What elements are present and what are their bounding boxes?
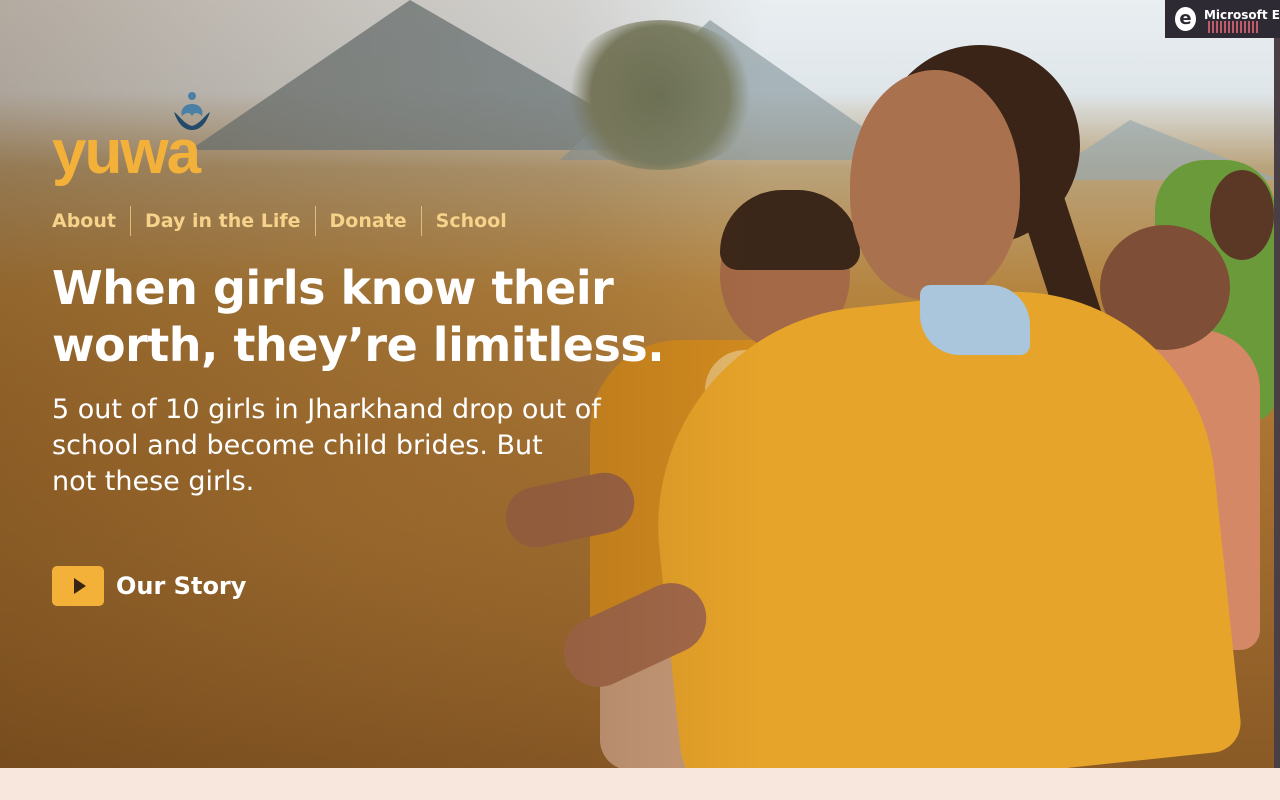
our-story-button[interactable]: Our Story <box>52 566 246 606</box>
page-footer-band <box>0 768 1280 800</box>
hero-subhead: 5 out of 10 girls in Jharkhand drop out … <box>52 392 652 500</box>
our-story-label[interactable]: Our Story <box>116 572 246 600</box>
play-icon[interactable] <box>52 566 104 606</box>
main-nav: About Day in the Life Donate School <box>52 206 521 236</box>
badge-bars <box>1208 21 1260 33</box>
hero-subhead-line: 5 out of 10 girls in Jharkhand drop out … <box>52 394 601 425</box>
nav-item-school[interactable]: School <box>420 206 521 236</box>
nav-item-donate[interactable]: Donate <box>314 206 421 236</box>
yuwa-logo[interactable]: yuwa <box>52 90 292 190</box>
nav-item-about[interactable]: About <box>52 206 130 236</box>
window-edge <box>1274 38 1280 768</box>
hero-banner: yuwa About Day in the Life Donate School… <box>0 0 1274 768</box>
logo-wordmark: yuwa <box>52 118 201 187</box>
hero-headline: When girls know their worth, they’re lim… <box>52 260 692 374</box>
hero-headline-line: When girls know their <box>52 261 614 315</box>
browser-badge[interactable]: e Microsoft E <box>1165 0 1280 38</box>
edge-browser-icon: e <box>1175 7 1196 31</box>
nav-item-day-in-the-life[interactable]: Day in the Life <box>129 206 315 236</box>
hero-subhead-line: school and become child brides. But <box>52 430 543 461</box>
browser-badge-label: Microsoft E <box>1203 8 1280 22</box>
play-triangle <box>74 578 86 594</box>
hero-headline-line: worth, they’re limitless. <box>52 318 665 372</box>
hero-subhead-line: not these girls. <box>52 466 255 497</box>
